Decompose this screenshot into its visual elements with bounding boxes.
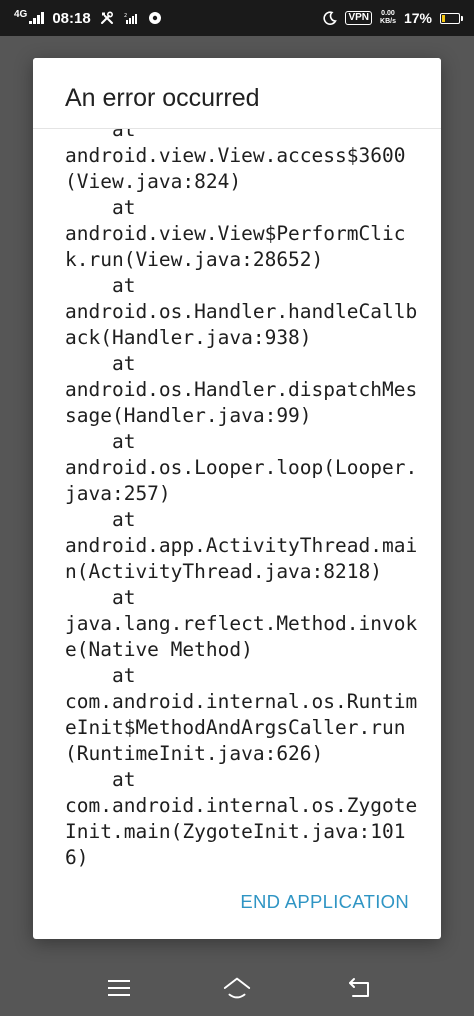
status-bar-right: VPN 0.00 KB/s 17% — [321, 10, 463, 26]
network-speed: 0.00 KB/s — [380, 10, 396, 26]
dialog-title: An error occurred — [65, 84, 260, 112]
notification-dot-icon — [147, 10, 163, 26]
navigation-bar — [0, 960, 474, 1016]
speed-value: 0.00 — [381, 10, 395, 17]
network-type: 4G — [14, 8, 28, 20]
back-icon — [349, 978, 369, 997]
clock: 08:18 — [52, 9, 91, 27]
battery-icon — [440, 12, 463, 24]
home-button[interactable] — [222, 974, 252, 1002]
end-application-button[interactable]: END APPLICATION — [240, 891, 409, 913]
wifi-call-icon: 2 — [123, 10, 139, 26]
battery-percent: 17% — [403, 10, 432, 26]
signal-icon — [29, 12, 45, 24]
error-stack-trace[interactable]: at android.view.View.access$3600(View.ja… — [65, 117, 425, 897]
battery-fill — [442, 14, 445, 22]
moon-icon — [321, 10, 337, 26]
menu-button[interactable] — [104, 974, 134, 1002]
title-divider — [33, 128, 441, 129]
back-button[interactable] — [345, 974, 375, 1002]
vpn-badge: VPN — [345, 11, 373, 25]
svg-text:2: 2 — [124, 13, 127, 19]
speed-unit: KB/s — [380, 18, 396, 25]
status-bar: 4G 08:18 2 VPN 0.00 KB/s 17% — [0, 0, 474, 36]
menu-icon — [108, 980, 130, 996]
status-bar-left: 4G 08:18 2 — [14, 8, 163, 27]
home-icon — [223, 977, 251, 999]
tools-icon — [99, 10, 115, 26]
error-dialog: at android.view.View.access$3600(View.ja… — [33, 58, 441, 939]
